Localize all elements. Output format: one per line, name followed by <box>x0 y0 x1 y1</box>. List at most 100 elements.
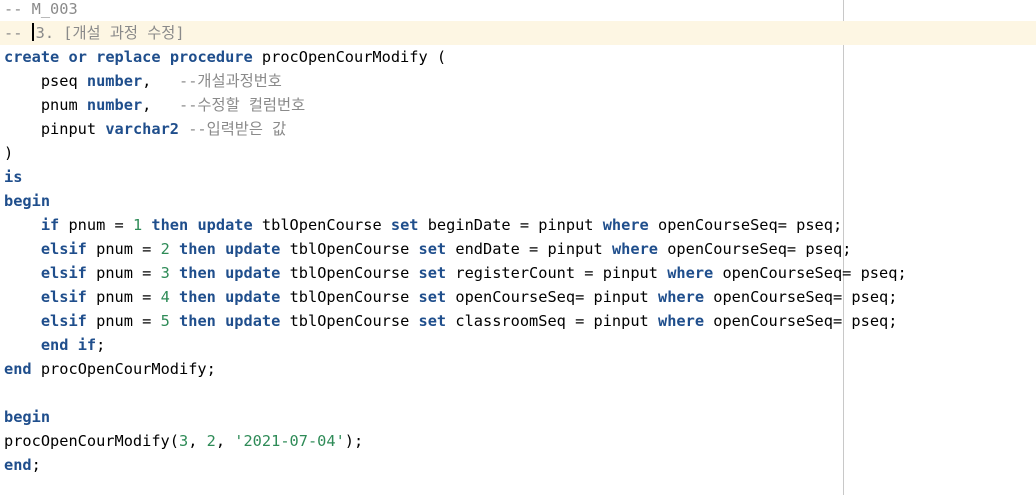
keyword: then <box>179 288 216 306</box>
text: , <box>215 432 235 450</box>
code-line-14[interactable]: elsif pnum = 5 then update tblOpenCourse… <box>4 309 1036 333</box>
code-line-2-current[interactable]: -- 3. [개설 과정 수정] <box>0 21 1036 45</box>
text <box>179 120 188 138</box>
code-line-19[interactable]: procOpenCourModify(3, 2, '2021-07-04'); <box>4 429 1036 453</box>
text: ); <box>344 432 364 450</box>
text: pinput <box>4 120 106 138</box>
keyword: elsif <box>40 312 87 330</box>
text: procOpenCourModify; <box>31 360 216 378</box>
keyword: where <box>657 288 705 306</box>
code-line-16[interactable]: end procOpenCourModify; <box>4 357 1036 381</box>
text <box>4 312 41 330</box>
keyword: update <box>225 240 281 258</box>
code-line-10[interactable]: if pnum = 1 then update tblOpenCourse se… <box>4 213 1036 237</box>
text: pnum = <box>86 288 161 306</box>
keyword: end <box>4 360 32 378</box>
code-lines[interactable]: -- M_003 -- 3. [개설 과정 수정] create or repl… <box>0 0 1036 477</box>
keyword: then <box>151 216 189 234</box>
number-literal: 5 <box>160 312 170 330</box>
text-caret <box>31 23 34 41</box>
text: tblOpenCourse <box>280 312 419 330</box>
code-line-15[interactable]: end if; <box>4 333 1036 357</box>
comment: -- <box>4 24 32 42</box>
keyword: where <box>657 312 705 330</box>
text: openCourseSeq= pseq; <box>704 312 898 330</box>
keyword: end <box>40 336 69 354</box>
code-line-11[interactable]: elsif pnum = 2 then update tblOpenCourse… <box>4 237 1036 261</box>
text: openCourseSeq= pseq; <box>713 264 907 282</box>
type-keyword: number <box>86 96 143 114</box>
text: beginDate = pinput <box>418 216 603 234</box>
text <box>142 216 151 234</box>
keyword: where <box>667 264 714 282</box>
text: openCourseSeq= pinput <box>446 288 658 306</box>
text <box>4 336 41 354</box>
keyword: end <box>4 456 32 474</box>
code-line-12[interactable]: elsif pnum = 3 then update tblOpenCourse… <box>4 261 1036 285</box>
text: procOpenCourModify( <box>4 432 179 450</box>
code-line-1[interactable]: -- M_003 <box>4 0 1036 21</box>
code-line-7[interactable]: ) <box>4 141 1036 165</box>
type-keyword: varchar2 <box>105 120 179 138</box>
text <box>216 288 225 306</box>
keyword: elsif <box>40 240 87 258</box>
code-line-3[interactable]: create or replace procedure procOpenCour… <box>4 45 1036 69</box>
keyword: then <box>179 264 216 282</box>
keyword: set <box>418 312 447 330</box>
keyword: set <box>418 240 447 258</box>
keyword: procedure <box>169 48 253 66</box>
code-line-4[interactable]: pseq number, --개설과정번호 <box>4 69 1036 93</box>
code-line-17[interactable] <box>4 381 1036 405</box>
keyword: replace <box>96 48 161 66</box>
keyword: update <box>197 216 253 234</box>
keyword: then <box>179 312 216 330</box>
text: openCourseSeq= pseq; <box>704 288 898 306</box>
text: pnum <box>4 96 87 114</box>
text: pnum = <box>59 216 133 234</box>
text: pseq <box>4 72 87 90</box>
code-line-18[interactable]: begin <box>4 405 1036 429</box>
number-literal: 3 <box>160 264 170 282</box>
text: tblOpenCourse <box>280 264 419 282</box>
keyword: begin <box>4 192 51 210</box>
text <box>68 336 77 354</box>
keyword: if <box>77 336 97 354</box>
text: classroomSeq = pinput <box>446 312 658 330</box>
code-editor[interactable]: -- M_003 -- 3. [개설 과정 수정] create or repl… <box>0 0 1036 495</box>
keyword: set <box>390 216 419 234</box>
text <box>161 48 170 66</box>
text <box>170 264 179 282</box>
keyword: is <box>4 168 23 186</box>
code-line-5[interactable]: pnum number, --수정할 컬럼번호 <box>4 93 1036 117</box>
text <box>4 288 41 306</box>
text: ; <box>31 456 41 474</box>
text: pnum = <box>86 312 161 330</box>
code-line-8[interactable]: is <box>4 165 1036 189</box>
text <box>170 240 179 258</box>
text: pnum = <box>86 264 161 282</box>
number-literal: 4 <box>160 288 170 306</box>
code-line-13[interactable]: elsif pnum = 4 then update tblOpenCourse… <box>4 285 1036 309</box>
keyword: or <box>68 48 87 66</box>
number-literal: 2 <box>206 432 216 450</box>
keyword: update <box>225 312 281 330</box>
comment: 3. [개설 과정 수정] <box>35 24 185 42</box>
comment: --수정할 컬럼번호 <box>179 96 306 114</box>
string-literal: '2021-07-04' <box>234 432 345 450</box>
text: tblOpenCourse <box>252 216 391 234</box>
code-line-6[interactable]: pinput varchar2 --입력받은 값 <box>4 117 1036 141</box>
text: ; <box>96 336 106 354</box>
text <box>216 240 225 258</box>
text: ) <box>4 144 14 162</box>
text: tblOpenCourse <box>280 288 419 306</box>
keyword: create <box>4 48 60 66</box>
text <box>170 288 179 306</box>
code-line-20[interactable]: end; <box>4 453 1036 477</box>
code-line-9[interactable]: begin <box>4 189 1036 213</box>
keyword: update <box>225 264 281 282</box>
comment: --입력받은 값 <box>188 120 287 138</box>
keyword: elsif <box>40 264 87 282</box>
text <box>216 264 225 282</box>
keyword: where <box>602 216 649 234</box>
number-literal: 3 <box>178 432 189 450</box>
